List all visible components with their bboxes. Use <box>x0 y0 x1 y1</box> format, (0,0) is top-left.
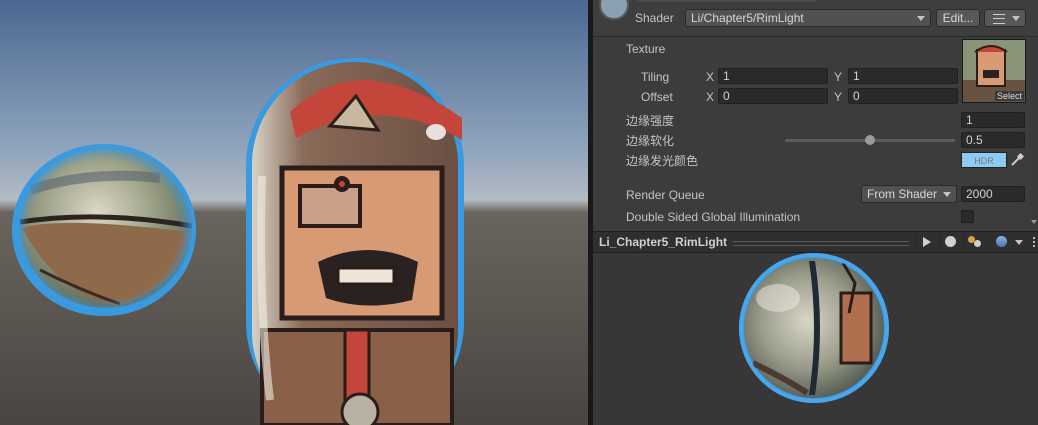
shader-dropdown[interactable]: Li/Chapter5/RimLight <box>685 9 931 27</box>
eyedropper-icon[interactable] <box>1009 152 1025 168</box>
double-sided-gi-label: Double Sided Global Illumination <box>626 210 801 224</box>
scene-render <box>0 0 588 425</box>
render-queue-label: Render Queue <box>626 188 705 202</box>
texture-select-button[interactable]: Select <box>994 91 1024 101</box>
material-icon <box>599 0 629 20</box>
list-icon <box>993 14 1005 24</box>
inspector-panel: Shader Li/Chapter5/RimLight Edit... Text… <box>593 0 1038 425</box>
rim-soft-label: 边缘软化 <box>626 134 675 148</box>
preview-background-button[interactable] <box>989 233 1027 251</box>
preview-mesh-button[interactable] <box>939 233 961 251</box>
rim-soft-field[interactable]: 0.5 <box>961 132 1025 148</box>
render-queue-field[interactable]: 2000 <box>961 186 1025 202</box>
play-icon <box>923 237 931 247</box>
scene-view[interactable] <box>0 0 588 425</box>
edit-shader-button[interactable]: Edit... <box>936 9 980 27</box>
preview-play-button[interactable] <box>915 233 937 251</box>
rim-color-label: 边缘发光颜色 <box>626 154 699 168</box>
left-sphere <box>12 144 196 316</box>
sphere-icon <box>945 236 956 247</box>
offset-y-field[interactable]: 0 <box>848 88 958 104</box>
shader-label: Shader <box>635 11 674 25</box>
shader-value: Li/Chapter5/RimLight <box>691 11 804 25</box>
texture-thumbnail[interactable]: Select <box>962 39 1026 103</box>
hdr-badge: HDR <box>974 156 994 166</box>
chevron-down-icon <box>1015 240 1023 245</box>
offset-y-label: Y <box>834 90 843 104</box>
background-sphere-icon <box>996 236 1007 247</box>
tiling-x-field[interactable]: 1 <box>718 68 828 84</box>
preview-title: Li_Chapter5_RimLight <box>599 235 728 249</box>
preview-more-button[interactable] <box>1029 233 1038 251</box>
scrollbar-arrow-down[interactable] <box>1031 220 1037 224</box>
tiling-y-label: Y <box>834 70 843 84</box>
header-separator <box>593 36 1038 37</box>
preview-sphere <box>739 253 889 403</box>
material-name-cut <box>637 0 817 2</box>
capsule-character <box>246 58 464 425</box>
chevron-down-icon <box>1012 16 1020 21</box>
preview-lighting-button[interactable] <box>963 233 985 251</box>
tiling-x-label: X <box>706 70 715 84</box>
more-icon <box>1033 237 1037 247</box>
offset-label: Offset <box>641 90 673 104</box>
chevron-down-icon <box>943 192 951 197</box>
texture-label: Texture <box>626 42 666 56</box>
rim-strength-field[interactable]: 1 <box>961 112 1025 128</box>
rim-soft-slider-thumb[interactable] <box>865 135 875 145</box>
lighting-icon-2 <box>974 240 981 247</box>
offset-x-field[interactable]: 0 <box>718 88 828 104</box>
material-preview-area[interactable] <box>593 253 1038 425</box>
toolbar-grip[interactable] <box>733 241 909 246</box>
offset-x-label: X <box>706 90 715 104</box>
tiling-label: Tiling <box>641 70 670 84</box>
double-sided-gi-checkbox[interactable] <box>961 210 974 223</box>
shader-list-button[interactable] <box>984 9 1026 27</box>
list-icon-mid <box>993 18 1005 19</box>
rim-soft-slider-track[interactable] <box>785 135 955 145</box>
inspector-scrollbar[interactable] <box>1030 38 1038 228</box>
material-header: Shader Li/Chapter5/RimLight Edit... <box>593 0 1038 36</box>
rim-strength-label: 边缘强度 <box>626 114 675 128</box>
rim-color-swatch[interactable]: HDR <box>961 152 1007 168</box>
chevron-down-icon <box>917 16 925 21</box>
render-queue-dropdown[interactable]: From Shader <box>861 185 957 203</box>
tiling-y-field[interactable]: 1 <box>848 68 958 84</box>
